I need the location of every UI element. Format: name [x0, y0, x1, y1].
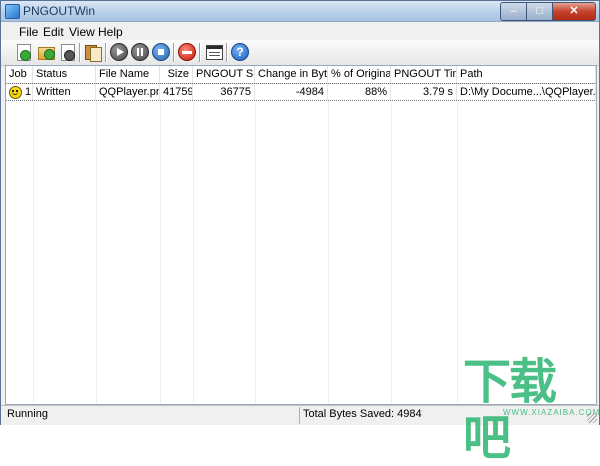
column-header-path[interactable]: Path [457, 66, 596, 83]
column-header-size[interactable]: Size [160, 66, 193, 83]
grid-line [255, 84, 256, 404]
add-file-icon[interactable] [15, 43, 33, 61]
toolbar-separator [105, 43, 107, 62]
grid-line [391, 84, 392, 404]
cell-path: D:\My Docume...\QQPlayer.png [457, 84, 596, 100]
column-header-pngout-size[interactable]: PNGOUT Size [193, 66, 255, 83]
watermark-url: WWW.XIAZAIBA.COM [503, 408, 600, 417]
cell-change-in-bytes: -4984 [255, 84, 328, 100]
smiley-status-icon [9, 85, 22, 99]
cell-size: 41759 [160, 84, 193, 100]
watermark-logo: 下载吧 WWW.XIAZAIBA.COM [463, 354, 599, 466]
file-info-icon[interactable] [59, 43, 77, 61]
window-title: PNGOUTWin [23, 4, 95, 18]
job-number: 1 [25, 86, 32, 98]
column-header-file-name[interactable]: File Name [96, 66, 160, 83]
app-window: PNGOUTWin – □ ✕ File Edit View Help ? Jo… [0, 0, 600, 466]
maximize-button[interactable]: □ [526, 2, 552, 21]
close-button[interactable]: ✕ [552, 2, 596, 21]
cell-status: Written [33, 84, 96, 100]
menu-bar: File Edit View Help [1, 22, 599, 40]
grid-line [96, 84, 97, 404]
column-header-pngout-time[interactable]: PNGOUT Time [391, 66, 457, 83]
toolbar: ? [1, 40, 599, 66]
cell-file-name: QQPlayer.png [96, 84, 160, 100]
grid-line [193, 84, 194, 404]
title-bar[interactable]: PNGOUTWin – □ ✕ [1, 1, 599, 22]
remove-icon[interactable] [178, 43, 196, 61]
column-header-status[interactable]: Status [33, 66, 96, 83]
start-icon[interactable] [110, 43, 128, 61]
table-row[interactable]: 1 Written QQPlayer.png 41759 36775 -4984… [6, 83, 596, 101]
grid-line [457, 84, 458, 404]
total-bytes-saved: Total Bytes Saved: 4984 [303, 408, 422, 420]
toolbar-separator [79, 43, 81, 62]
minimize-button[interactable]: – [500, 2, 526, 21]
cell-job: 1 [6, 84, 33, 100]
options-icon[interactable] [205, 43, 223, 61]
column-header-job[interactable]: Job [6, 66, 33, 83]
menu-help[interactable]: Help [98, 25, 123, 39]
add-folder-icon[interactable] [37, 43, 55, 61]
menu-view[interactable]: View [69, 25, 95, 39]
grid-line [33, 84, 34, 404]
help-icon[interactable]: ? [231, 43, 249, 61]
window-controls: – □ ✕ [500, 2, 596, 21]
status-text: Running [7, 408, 48, 420]
column-header-percent-of-original[interactable]: % of Original [328, 66, 391, 83]
stop-icon[interactable] [152, 43, 170, 61]
grid-line [160, 84, 161, 404]
copy-icon[interactable] [84, 43, 102, 62]
cell-pngout-time: 3.79 s [391, 84, 457, 100]
toolbar-separator [226, 43, 228, 62]
app-icon [5, 4, 20, 19]
pause-icon[interactable] [131, 43, 149, 61]
grid-line [328, 84, 329, 404]
column-header-row: Job Status File Name Size PNGOUT Size Ch… [6, 66, 596, 84]
menu-edit[interactable]: Edit [43, 25, 64, 39]
menu-file[interactable]: File [19, 25, 38, 39]
cell-percent-of-original: 88% [328, 84, 391, 100]
column-header-change-in-bytes[interactable]: Change in Bytes [255, 66, 328, 83]
status-divider [299, 407, 300, 424]
toolbar-separator [173, 43, 175, 62]
cell-pngout-size: 36775 [193, 84, 255, 100]
toolbar-separator [199, 43, 201, 62]
